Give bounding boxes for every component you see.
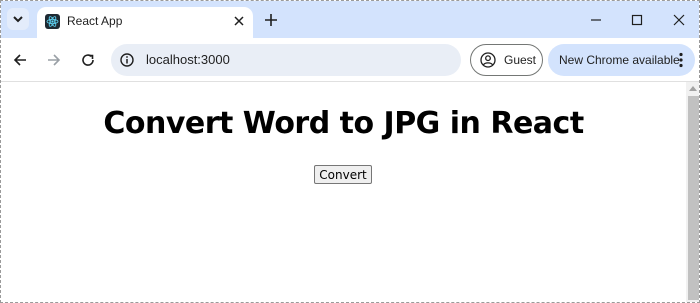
profile-button[interactable]: Guest [470,44,543,76]
browser-window: React App localhost:3000 Guest New Chrom… [0,0,700,303]
reload-icon [82,54,94,66]
close-icon [673,14,685,26]
plus-icon [265,14,277,26]
minimize-icon [591,19,601,21]
tab-close-button[interactable] [231,13,247,29]
browser-toolbar: localhost:3000 Guest New Chrome availabl… [1,38,699,82]
address-bar[interactable]: localhost:3000 [111,44,461,76]
update-label: New Chrome available [559,53,680,67]
tab-search-button[interactable] [7,8,29,30]
profile-label: Guest [504,53,537,67]
update-chrome-button[interactable]: New Chrome available [548,44,695,76]
react-logo-icon [45,14,60,29]
chevron-down-icon [13,16,23,23]
tab-strip: React App [1,1,699,38]
person-icon [480,52,496,68]
close-icon [234,16,244,26]
back-arrow-icon [13,54,26,66]
close-window-button[interactable] [670,11,688,29]
tab-title: React App [67,14,123,28]
forward-button[interactable] [44,50,64,70]
page-viewport: Convert Word to JPG in React Convert [1,82,686,302]
reload-button[interactable] [78,50,98,70]
tab-react-app[interactable]: React App [37,7,253,38]
back-button[interactable] [10,50,30,70]
vertical-scrollbar[interactable] [686,82,699,302]
convert-button[interactable]: Convert [314,165,372,184]
scroll-up-arrow-icon[interactable] [689,86,697,91]
maximize-icon [631,14,643,26]
page-heading: Convert Word to JPG in React [103,106,584,141]
info-icon[interactable] [120,53,134,67]
url-text[interactable]: localhost:3000 [146,52,230,67]
maximize-button[interactable] [628,11,646,29]
forward-arrow-icon [48,54,61,66]
new-tab-button[interactable] [262,11,280,29]
more-vert-icon[interactable] [677,52,685,68]
scrollbar-thumb[interactable] [688,96,699,300]
minimize-button[interactable] [587,11,605,29]
